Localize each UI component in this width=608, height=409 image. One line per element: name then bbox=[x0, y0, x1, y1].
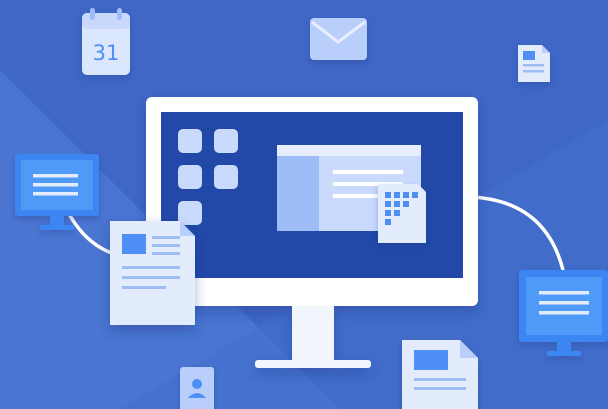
image-document-icon-bottom bbox=[402, 340, 478, 409]
calendar-day-number: 31 bbox=[93, 41, 120, 65]
illustration-canvas: 31 bbox=[0, 0, 608, 409]
envelope-icon bbox=[310, 18, 367, 60]
illustration-scene: 31 bbox=[0, 0, 608, 409]
calendar-icon: 31 bbox=[82, 8, 130, 75]
contact-card-icon bbox=[180, 367, 214, 409]
image-document-icon bbox=[110, 221, 195, 325]
monitor-stand-base bbox=[255, 360, 371, 368]
monitor-stand-neck bbox=[292, 306, 334, 360]
document-icon bbox=[518, 45, 550, 82]
keypad-document-icon bbox=[378, 184, 426, 243]
